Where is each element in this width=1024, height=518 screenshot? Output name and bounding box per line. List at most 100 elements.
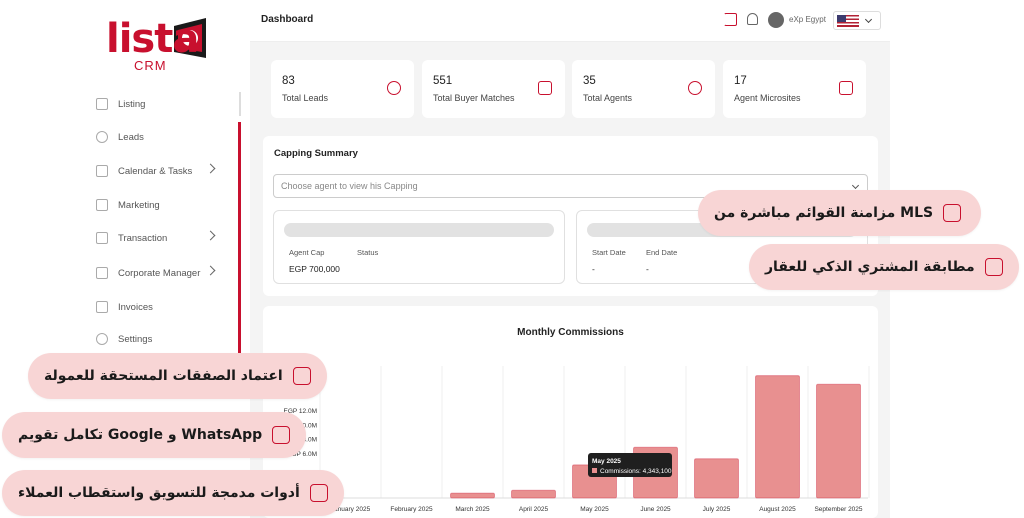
- bar: [694, 458, 739, 499]
- end-date-label: End Date: [646, 248, 678, 257]
- sidebar-item-marketing[interactable]: Marketing: [92, 193, 232, 217]
- x-tick-label: September 2025: [814, 506, 862, 513]
- listing-icon: [96, 98, 108, 110]
- approve-icon: [292, 367, 311, 385]
- sidebar-item-settings[interactable]: Settings: [92, 327, 232, 351]
- sidebar-item-label: Settings: [118, 333, 153, 345]
- feature-pill-text: مطابقة المشتري الذكي للعقار: [765, 259, 975, 275]
- agent-select-placeholder: Choose agent to view his Capping: [281, 181, 418, 191]
- stat-card-leads[interactable]: 83 Total Leads: [271, 60, 414, 118]
- invoice-icon: [96, 301, 108, 313]
- avatar[interactable]: [768, 12, 784, 28]
- feature-pill-text: مزامنة القوائم مباشرة من MLS: [714, 205, 934, 221]
- calendar-icon: [96, 165, 108, 177]
- stat-value: 17: [734, 75, 747, 87]
- logo-wordmark: lista: [106, 16, 199, 62]
- sidebar-item-corporate-manager[interactable]: Corporate Manager: [92, 261, 232, 285]
- tooltip-swatch: [592, 468, 597, 473]
- scroll-track: [239, 92, 241, 116]
- logout-icon[interactable]: [724, 13, 737, 26]
- page-title: Dashboard: [261, 14, 314, 25]
- stat-label: Total Agents: [583, 93, 633, 103]
- feature-pill-calendar-integration: تكامل تقويم Google و WhatsApp: [2, 412, 307, 458]
- sync-icon: [943, 204, 962, 222]
- status-label: Status: [357, 248, 379, 257]
- capping-cap-box: Agent Cap Status EGP 700,000: [273, 210, 565, 284]
- x-tick-label: March 2025: [455, 506, 490, 513]
- users-icon: [96, 131, 108, 143]
- end-date-value: -: [646, 264, 649, 274]
- sidebar-item-label: Marketing: [118, 199, 160, 211]
- briefcase-icon: [538, 81, 552, 95]
- x-tick-label: May 2025: [580, 506, 609, 513]
- chevron-right-icon: [205, 265, 216, 276]
- sidebar-item-label: Corporate Manager: [118, 267, 201, 279]
- capping-title: Capping Summary: [274, 148, 358, 159]
- bar: [511, 489, 556, 499]
- start-date-label: Start Date: [592, 248, 626, 257]
- tooltip-title: May 2025: [592, 458, 621, 465]
- profile-icon: [839, 81, 853, 95]
- sidebar-item-transaction[interactable]: Transaction: [92, 226, 232, 250]
- network-icon: [387, 81, 401, 95]
- feature-pill-text: تكامل تقويم Google و WhatsApp: [18, 427, 263, 443]
- sidebar-item-label: Invoices: [118, 301, 153, 313]
- megaphone-icon: [96, 199, 108, 211]
- notification-bell-icon[interactable]: [747, 13, 758, 25]
- stat-label: Total Buyer Matches: [433, 93, 515, 103]
- building-icon: [96, 267, 108, 279]
- sidebar-item-label: Transaction: [118, 232, 168, 244]
- sidebar-item-invoices[interactable]: Invoices: [92, 295, 232, 319]
- chevron-down-icon: [864, 15, 873, 24]
- feature-pill-mls-sync: مزامنة القوائم مباشرة من MLS: [698, 190, 982, 236]
- x-tick-label: July 2025: [703, 506, 731, 513]
- app-root: lista CRM Listing Leads Calendar & Tasks…: [0, 0, 1024, 518]
- chevron-down-icon: [851, 181, 860, 190]
- sidebar-item-label: Leads: [118, 131, 144, 143]
- user-name[interactable]: eXp Egypt: [789, 15, 826, 24]
- us-flag-icon: [837, 15, 859, 27]
- chevron-right-icon: [205, 230, 216, 241]
- stat-value: 551: [433, 75, 453, 87]
- sidebar-item-leads[interactable]: Leads: [92, 125, 232, 149]
- sidebar-item-listing[interactable]: Listing: [92, 92, 232, 116]
- commissions-chart: EGP 6.0MEGP 8.0MEGP 10.0MEGP 12.0MJanuar…: [284, 366, 870, 513]
- feature-pill-text: أدوات مدمجة للتسويق واستقطاب العملاء: [18, 485, 300, 501]
- bar: [450, 492, 495, 499]
- chevron-right-icon: [205, 163, 216, 174]
- stat-card-microsites[interactable]: 17 Agent Microsites: [723, 60, 866, 118]
- sidebar-item-label: Calendar & Tasks: [118, 165, 193, 177]
- feature-pill-marketing-tools: أدوات مدمجة للتسويق واستقطاب العملاء: [2, 470, 344, 516]
- start-date-value: -: [592, 264, 595, 274]
- bar: [816, 383, 861, 499]
- stat-card-buyer-matches[interactable]: 551 Total Buyer Matches: [422, 60, 565, 118]
- top-bar: Dashboard eXp Egypt: [250, 0, 890, 42]
- feature-pill-deal-approval: اعتماد الصفقات المستحقة للعمولة: [28, 353, 327, 399]
- x-tick-label: February 2025: [390, 506, 433, 513]
- logo-subtitle: CRM: [134, 58, 167, 73]
- lista-logo[interactable]: lista CRM: [106, 16, 206, 74]
- stat-label: Total Leads: [282, 93, 329, 103]
- x-tick-label: August 2025: [759, 506, 796, 513]
- monthly-commissions-card: Monthly Commissions EGP 6.0MEGP 8.0MEGP …: [263, 306, 878, 518]
- agent-cap-value: EGP 700,000: [289, 264, 340, 274]
- tooltip-text: Commissions: 4,343,100: [600, 468, 672, 475]
- gear-icon: [96, 333, 108, 345]
- document-icon: [96, 232, 108, 244]
- language-select[interactable]: [833, 11, 881, 30]
- stat-value: 83: [282, 75, 295, 87]
- megaphone-icon: [309, 484, 328, 502]
- bar: [755, 375, 800, 499]
- feature-pill-buyer-match: مطابقة المشتري الذكي للعقار: [749, 244, 1019, 290]
- stat-value: 35: [583, 75, 596, 87]
- calendar-icon: [272, 426, 291, 444]
- stat-label: Agent Microsites: [734, 93, 801, 103]
- sidebar-item-calendar-tasks[interactable]: Calendar & Tasks: [92, 159, 232, 183]
- city-icon: [984, 258, 1003, 276]
- stat-card-agents[interactable]: 35 Total Agents: [572, 60, 715, 118]
- feature-pill-text: اعتماد الصفقات المستحقة للعمولة: [44, 368, 283, 384]
- agent-cap-label: Agent Cap: [289, 248, 325, 257]
- sidebar-item-label: Listing: [118, 98, 146, 110]
- x-tick-label: April 2025: [519, 506, 549, 513]
- sidebar-scrollbar[interactable]: [238, 122, 241, 354]
